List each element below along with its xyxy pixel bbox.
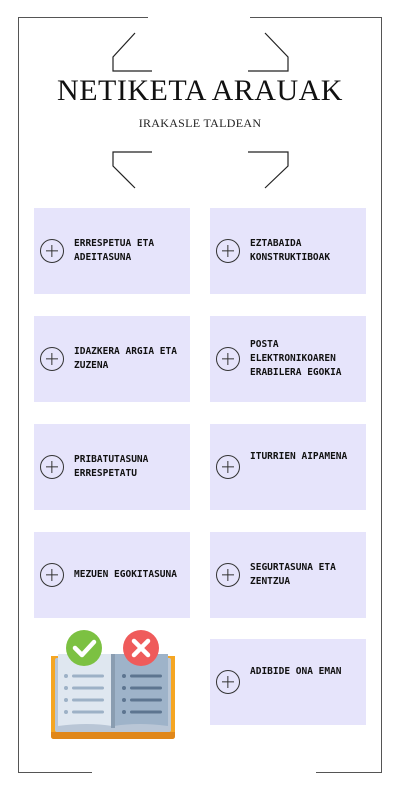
plus-circle-icon bbox=[216, 455, 240, 479]
card-eztabaida[interactable]: EZTABAIDA KONSTRUKTIBOAK bbox=[210, 208, 366, 294]
plus-circle-icon bbox=[216, 670, 240, 694]
card-iturrien[interactable]: ITURRIEN AIPAMENA bbox=[210, 424, 366, 510]
card-label: EZTABAIDA KONSTRUKTIBOAK bbox=[250, 238, 331, 263]
card-label: SEGURTASUNA ETA ZENTZUA bbox=[250, 562, 336, 587]
card-errespetua[interactable]: ERRESPETUA ETA ADEITASUNA bbox=[34, 208, 190, 294]
card-label: ADIBIDE ONA EMAN bbox=[250, 666, 342, 677]
page-title: NETIKETA ARAUAK bbox=[57, 74, 343, 107]
plus-circle-icon bbox=[40, 563, 64, 587]
plus-circle-icon bbox=[216, 347, 240, 371]
plus-circle-icon bbox=[40, 455, 64, 479]
card-label: MEZUEN EGOKITASUNA bbox=[74, 569, 177, 580]
card-pribatutasuna[interactable]: PRIBATUTASUNA ERRESPETATU bbox=[34, 424, 190, 510]
plus-circle-icon bbox=[40, 239, 64, 263]
card-label: POSTA ELEKTRONIKOAREN ERABILERA EGOKIA bbox=[250, 339, 342, 378]
plus-circle-icon bbox=[216, 239, 240, 263]
plus-circle-icon bbox=[216, 563, 240, 587]
open-book-check-cross-icon bbox=[51, 630, 175, 739]
card-idazkera[interactable]: IDAZKERA ARGIA ETA ZUZENA bbox=[34, 316, 190, 402]
card-posta[interactable]: POSTA ELEKTRONIKOAREN ERABILERA EGOKIA bbox=[210, 316, 366, 402]
card-adibide[interactable]: ADIBIDE ONA EMAN bbox=[210, 639, 366, 725]
plus-circle-icon bbox=[40, 347, 64, 371]
card-mezuen[interactable]: MEZUEN EGOKITASUNA bbox=[34, 532, 190, 618]
page-subtitle: IRAKASLE TALDEAN bbox=[138, 116, 262, 130]
card-label: ITURRIEN AIPAMENA bbox=[250, 451, 348, 462]
card-segurtasuna[interactable]: SEGURTASUNA ETA ZENTZUA bbox=[210, 532, 366, 618]
card-label: IDAZKERA ARGIA ETA ZUZENA bbox=[74, 346, 177, 371]
card-label: PRIBATUTASUNA ERRESPETATU bbox=[74, 454, 149, 479]
card-label: ERRESPETUA ETA ADEITASUNA bbox=[74, 238, 155, 263]
